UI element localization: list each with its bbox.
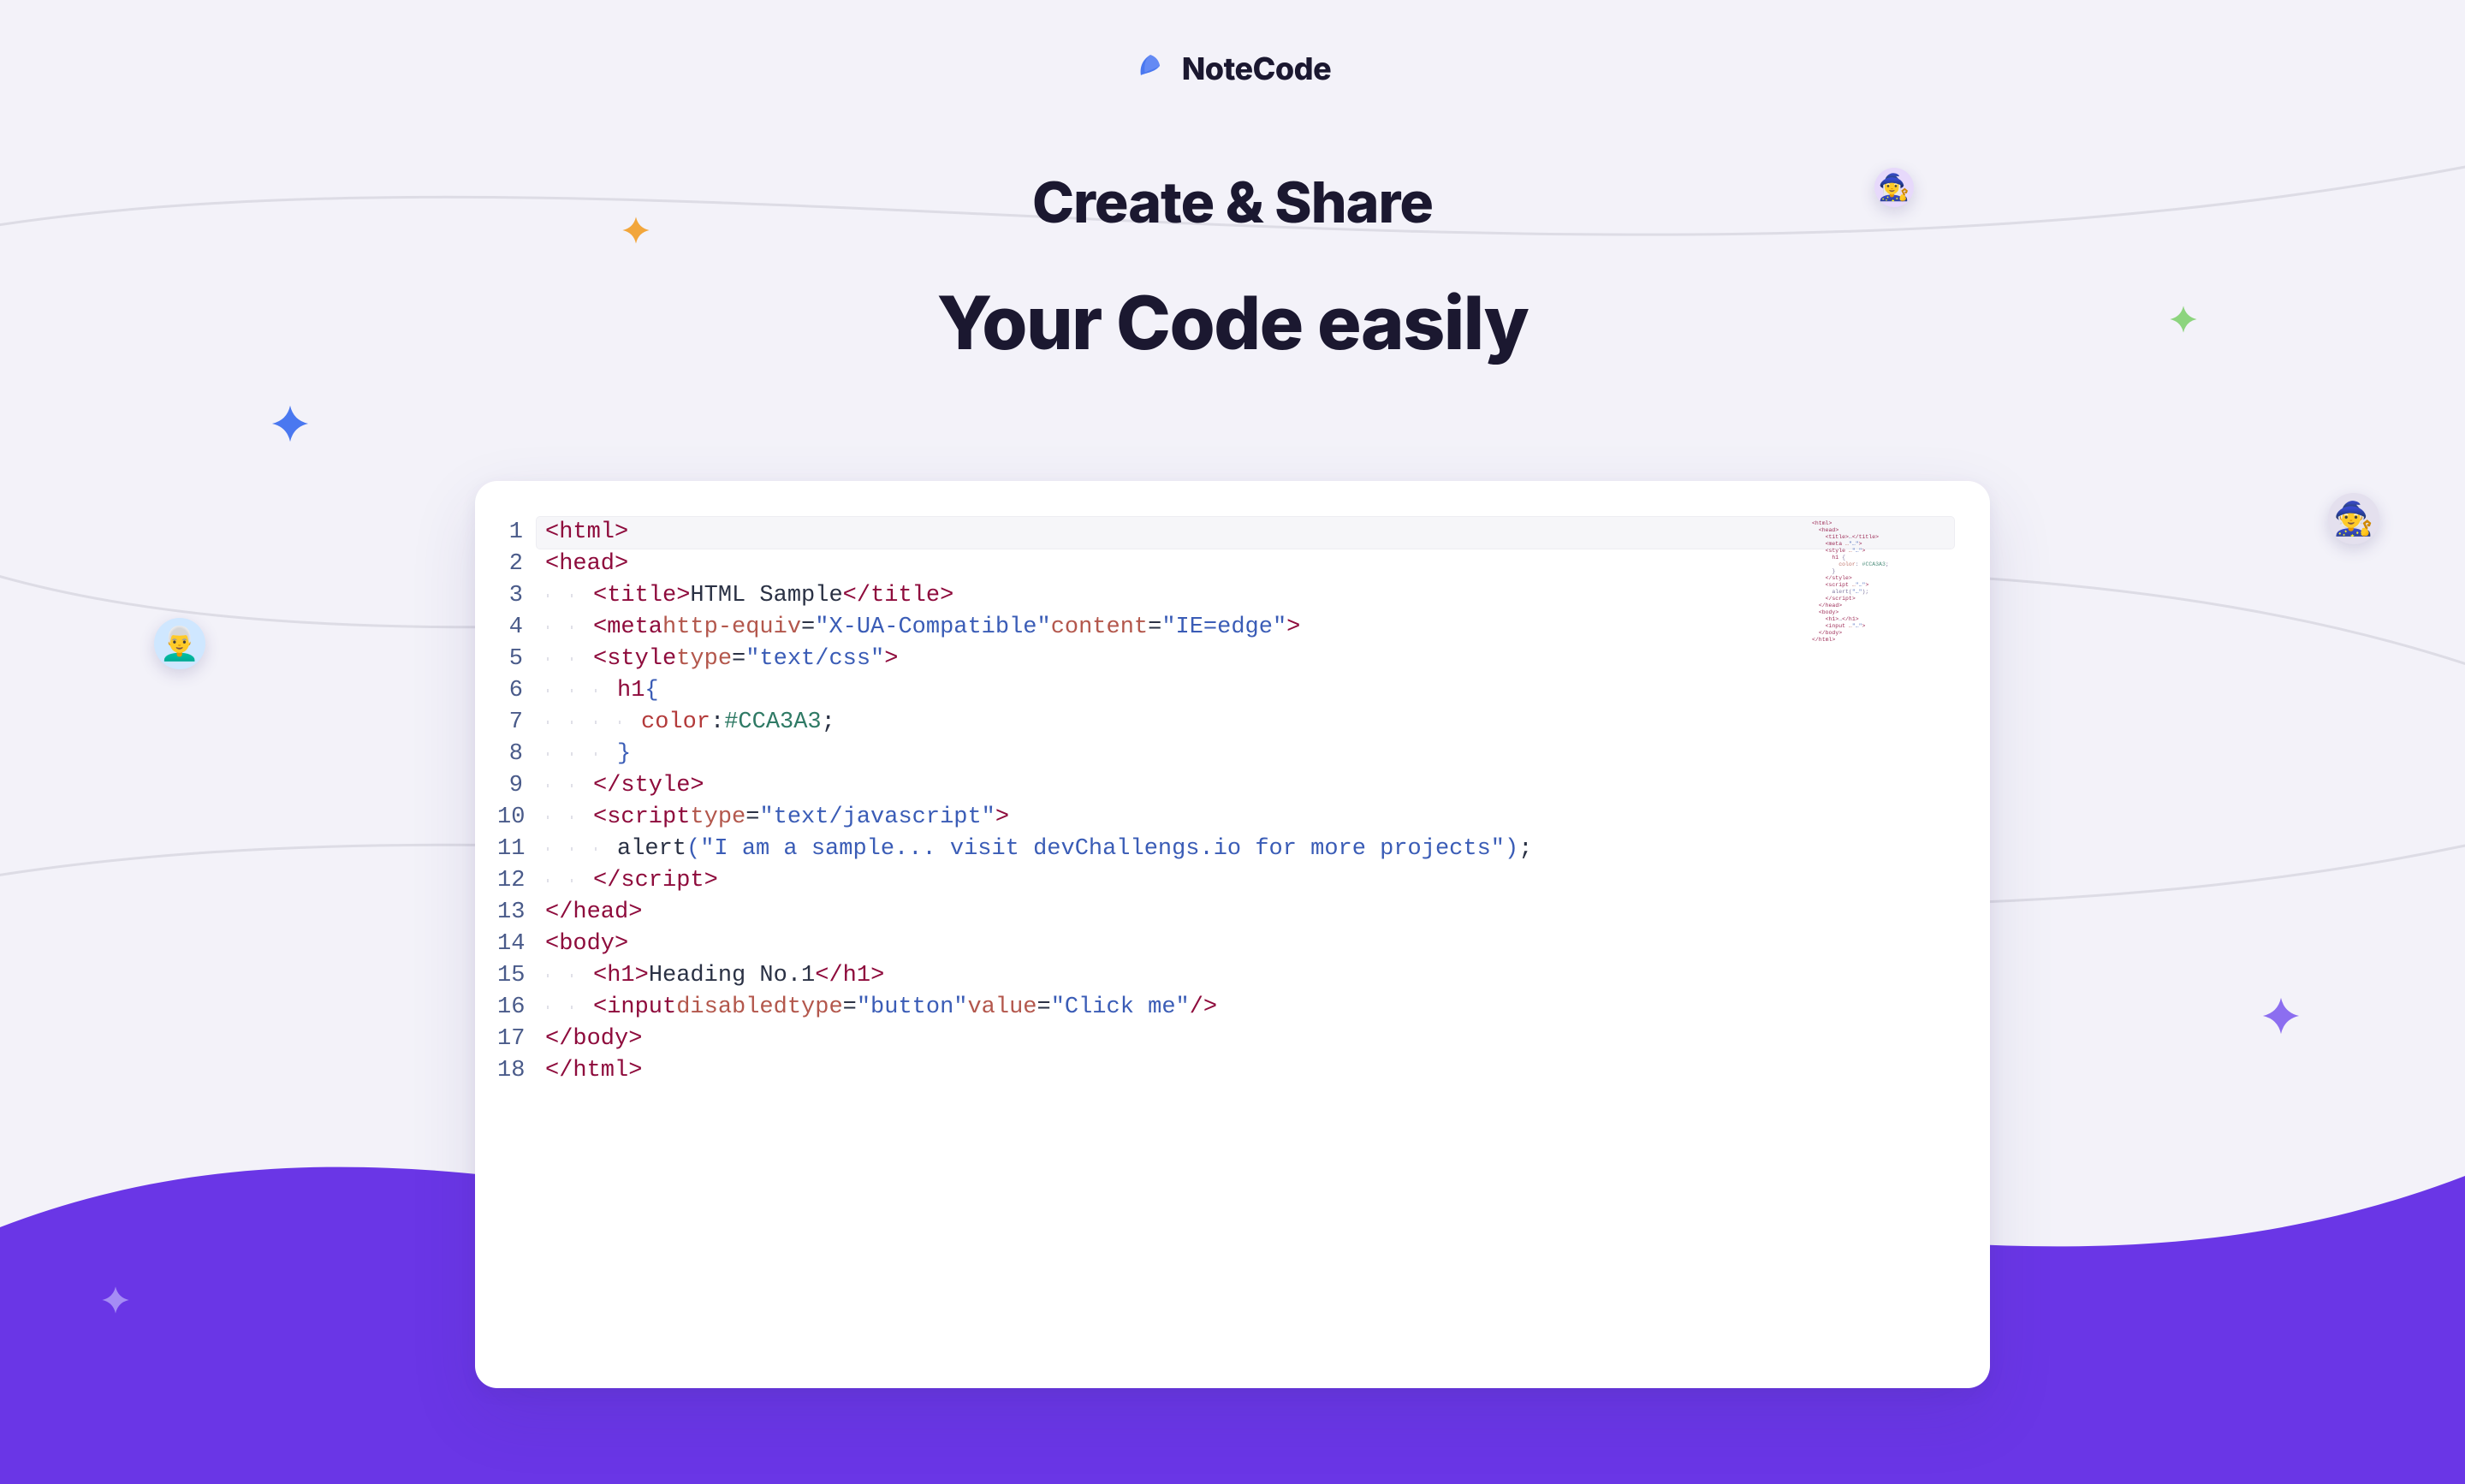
avatar-left: 👨‍🦳 (154, 618, 205, 669)
headline-line1: Create & Share (937, 173, 1529, 232)
code-line[interactable]: <h1>Heading No.1</h1> (545, 960, 1954, 992)
avatar-right: 🧙 (2328, 493, 2379, 544)
brand-logo-icon (1134, 52, 1167, 85)
headline: Create & Share Your Code easily (937, 144, 1529, 390)
line-number: 2 (497, 549, 523, 580)
sparkle-purple-icon (2261, 996, 2301, 1036)
code-line[interactable]: </script> (545, 865, 1954, 897)
line-number: 18 (497, 1055, 523, 1087)
code-line[interactable]: <meta http-equiv="X-UA-Compatible" conte… (545, 612, 1954, 644)
code-area[interactable]: <html> <head><title>HTML Sample</title><… (545, 517, 1954, 1087)
code-line[interactable]: alert("I am a sample... visit devChallen… (545, 834, 1954, 865)
line-number: 3 (497, 580, 523, 612)
line-number: 15 (497, 960, 523, 992)
header: NoteCode Create & Share Your Code easily (0, 0, 2465, 409)
line-number: 1 (497, 517, 523, 549)
line-number: 10 (497, 802, 523, 834)
code-line[interactable]: </body> (545, 1024, 1954, 1055)
line-number: 12 (497, 865, 523, 897)
line-number: 17 (497, 1024, 523, 1055)
code-line[interactable]: <body> (545, 929, 1954, 960)
code-line[interactable]: </html> (545, 1055, 1954, 1087)
code-line[interactable]: h1 { (545, 675, 1954, 707)
line-number: 14 (497, 929, 523, 960)
line-number: 8 (497, 739, 523, 770)
code-line[interactable]: <title>HTML Sample</title> (545, 580, 1954, 612)
line-number: 4 (497, 612, 523, 644)
code-line[interactable]: <style type="text/css"> (545, 644, 1954, 675)
line-number: 9 (497, 770, 523, 802)
code-line[interactable]: <input disabled type="button" value="Cli… (545, 992, 1954, 1024)
line-number: 7 (497, 707, 523, 739)
code-line[interactable]: </head> (545, 897, 1954, 929)
sparkle-lilac-icon (101, 1285, 130, 1315)
line-number: 16 (497, 992, 523, 1024)
code-line[interactable]: </style> (545, 770, 1954, 802)
line-number: 6 (497, 675, 523, 707)
line-number-gutter: 123456789101112131415161718 (497, 517, 545, 1087)
avatar-top: 🧙‍♀️ (1874, 168, 1914, 207)
sparkle-blue-icon (270, 404, 310, 443)
brand-name: NoteCode (1182, 50, 1332, 87)
code-line[interactable]: <head> (545, 549, 1954, 580)
code-line[interactable]: color: #CCA3A3; (545, 707, 1954, 739)
code-editor[interactable]: 123456789101112131415161718 <html> <head… (475, 481, 1990, 1388)
code-line[interactable]: } (545, 739, 1954, 770)
line-number: 11 (497, 834, 523, 865)
code-line[interactable]: <html> (537, 517, 1954, 549)
headline-line2: Your Code easily (937, 284, 1529, 361)
line-number: 5 (497, 644, 523, 675)
code-line[interactable]: <script type="text/javascript"> (545, 802, 1954, 834)
line-number: 13 (497, 897, 523, 929)
brand: NoteCode (1134, 50, 1332, 87)
